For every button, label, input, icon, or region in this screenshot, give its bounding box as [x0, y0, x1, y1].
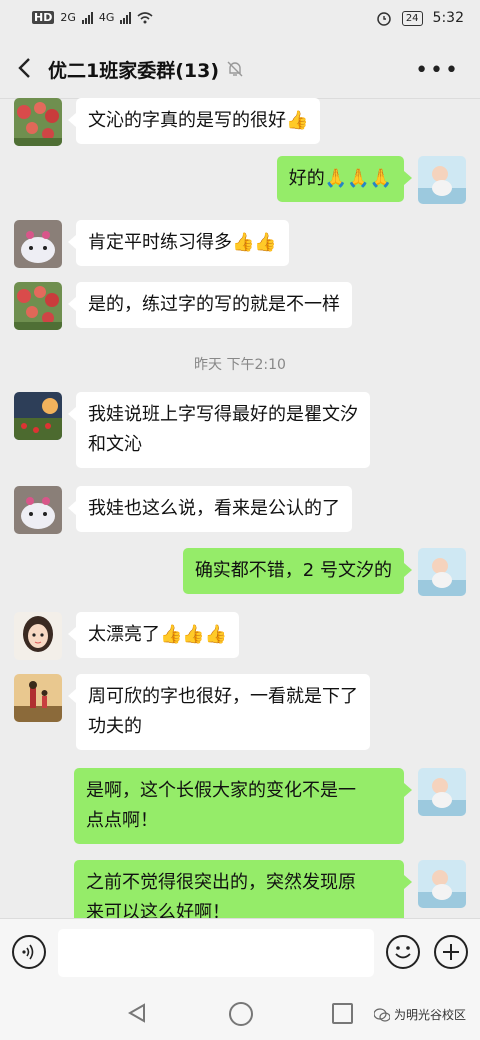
message-timestamp: 昨天 下午2:10: [194, 357, 286, 373]
thumbs-up-icon: 👍👍👍: [160, 624, 228, 645]
clock-time: 5:32: [432, 10, 464, 26]
message-bubble[interactable]: 周可欣的字也很好，一看就是下了 功夫的: [68, 674, 370, 750]
wechat-logo-icon: [373, 1007, 390, 1022]
message-bubble[interactable]: 是的，练过字的写的就是不一样: [68, 282, 352, 328]
message-text: 我娃说班上字写得最好的是瞿文汐 和文沁: [88, 404, 358, 455]
nav-recents-icon[interactable]: [332, 1003, 353, 1024]
message-bubble[interactable]: 我娃也这么说，看来是公认的了: [68, 486, 352, 532]
mute-bell-icon: [227, 61, 243, 77]
thumbs-up-icon: 👍: [286, 110, 309, 131]
message-text: 文沁的字真的是写的很好: [88, 110, 286, 131]
message-bubble[interactable]: 之前不觉得很突出的，突然发现原 来可以这么好啊！: [74, 860, 412, 918]
signal-icon-2: [120, 11, 132, 24]
network-label-1: 2G: [60, 11, 76, 24]
network-label-2: 4G: [98, 11, 115, 24]
message-text: 肯定平时练习得多: [88, 232, 232, 253]
emoji-icon[interactable]: [386, 935, 420, 969]
baby-avatar[interactable]: [418, 548, 466, 596]
signal-icon: [81, 11, 93, 24]
watermark-text: 为明光谷校区: [393, 1008, 466, 1022]
watermark: 为明光谷校区: [373, 1006, 466, 1023]
chat-title: 优二1班家委群(13): [48, 60, 220, 82]
message-bubble[interactable]: 确实都不错，2 号文汐的: [182, 548, 413, 594]
message-bubble[interactable]: 肯定平时练习得多👍👍: [68, 220, 289, 266]
baby-avatar[interactable]: [418, 768, 466, 816]
message-text: 好的: [288, 168, 325, 189]
system-nav-bar: 为明光谷校区: [0, 986, 480, 1040]
message-bubble[interactable]: 是啊，这个长假大家的变化不是一 点点啊！: [74, 768, 412, 844]
chat-header: 优二1班家委群(13) •••: [0, 40, 480, 99]
mother-child-avatar[interactable]: [14, 674, 62, 722]
battery-icon: 24: [401, 10, 423, 26]
message-text: 是的，练过字的写的就是不一样: [88, 294, 340, 315]
message-text: 之前不觉得很突出的，突然发现原 来可以这么好啊！: [86, 872, 356, 918]
flowers-avatar[interactable]: [14, 98, 62, 146]
cartoon-girl-avatar[interactable]: [14, 612, 62, 660]
message-text: 太漂亮了: [88, 624, 160, 645]
message-bubble[interactable]: 太漂亮了👍👍👍: [67, 612, 240, 658]
status-bar: HD 2G 4G 24 5:32: [0, 0, 480, 40]
baby-avatar[interactable]: [418, 860, 466, 908]
flowers-avatar[interactable]: [14, 282, 62, 330]
plush-toy-avatar[interactable]: [14, 486, 62, 534]
message-bubble[interactable]: 好的🙏🙏🙏: [276, 156, 413, 202]
message-text: 我娃也这么说，看来是公认的了: [88, 498, 340, 519]
plus-icon[interactable]: [434, 935, 468, 969]
back-arrow-icon[interactable]: [14, 56, 38, 80]
plush-toy-avatar[interactable]: [14, 220, 62, 268]
input-bar: [0, 918, 480, 987]
nav-home-icon[interactable]: [229, 1002, 253, 1026]
message-text: 确实都不错，2 号文汐的: [194, 560, 392, 581]
message-text: 是啊，这个长假大家的变化不是一 点点啊！: [86, 780, 356, 831]
message-bubble[interactable]: 我娃说班上字写得最好的是瞿文汐 和文沁: [68, 392, 370, 468]
baby-avatar[interactable]: [418, 156, 466, 204]
message-text: 周可欣的字也很好，一看就是下了 功夫的: [88, 686, 358, 737]
voice-input-icon[interactable]: [12, 935, 46, 969]
hd-indicator: HD: [32, 11, 55, 24]
message-list[interactable]: 文沁的字真的是写的很好👍 好的🙏🙏🙏 肯定平时练习得多👍👍 是的，练过字的写的就…: [0, 98, 480, 918]
message-input[interactable]: [58, 929, 374, 977]
more-options-icon[interactable]: •••: [415, 58, 460, 83]
wifi-icon: [137, 11, 153, 23]
nav-back-icon[interactable]: [126, 1002, 148, 1024]
thumbs-up-icon: 👍👍: [232, 232, 277, 253]
alarm-icon: [377, 12, 391, 26]
message-bubble[interactable]: 文沁的字真的是写的很好👍: [67, 98, 321, 144]
sunset-field-avatar[interactable]: [14, 392, 62, 440]
praying-hands-icon: 🙏🙏🙏: [324, 168, 392, 189]
